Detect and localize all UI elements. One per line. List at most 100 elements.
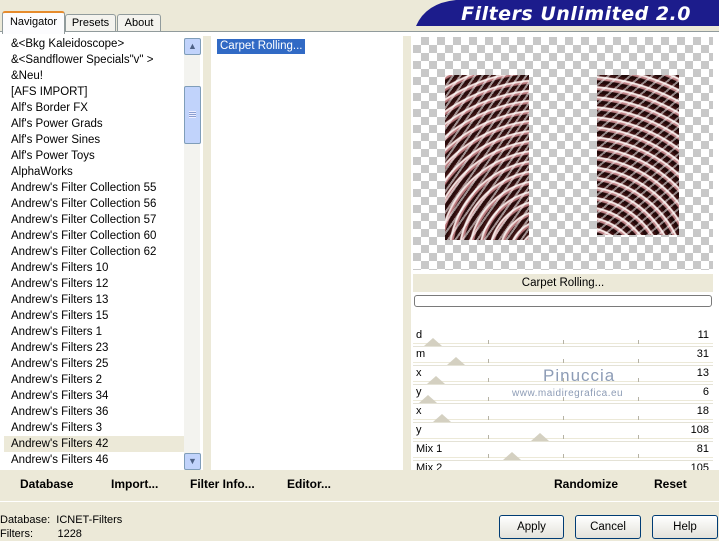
slider-row[interactable]: y 108 bbox=[413, 423, 713, 442]
apply-button[interactable]: Apply bbox=[499, 515, 564, 539]
category-item[interactable]: Alf's Power Toys bbox=[4, 148, 184, 164]
category-item[interactable]: [AFS IMPORT] bbox=[4, 84, 184, 100]
category-item[interactable]: &<Sandflower Specials"v" > bbox=[4, 52, 184, 68]
tab-navigator[interactable]: Navigator bbox=[2, 11, 65, 34]
slider-knob[interactable] bbox=[424, 338, 443, 346]
slider-label: d bbox=[416, 329, 423, 341]
slider-tick bbox=[638, 397, 639, 401]
preview-area bbox=[413, 37, 713, 270]
category-item[interactable]: AlphaWorks bbox=[4, 164, 184, 180]
category-item[interactable]: Andrew's Filters 36 bbox=[4, 404, 184, 420]
preview-divider[interactable] bbox=[403, 36, 411, 470]
category-item[interactable]: Andrew's Filters 1 bbox=[4, 324, 184, 340]
tab-about[interactable]: About bbox=[117, 14, 161, 32]
category-item[interactable]: Andrew's Filter Collection 55 bbox=[4, 180, 184, 196]
slider-knob[interactable] bbox=[427, 376, 446, 384]
slider-tick bbox=[563, 340, 564, 344]
slider-knob[interactable] bbox=[432, 414, 451, 422]
slider-tick bbox=[488, 454, 489, 458]
parameter-sliders: d 11 m 31 x 13 y 6 x 18 y 108 Mix 1 81 Mix 2 105 bbox=[413, 328, 713, 480]
grip-icon bbox=[189, 111, 196, 118]
slider-label: Mix 1 bbox=[416, 443, 443, 455]
watermark-url: www.maidiregrafica.eu bbox=[512, 388, 624, 399]
slider-label: y bbox=[416, 424, 422, 436]
category-item[interactable]: Andrew's Filters 13 bbox=[4, 292, 184, 308]
slider-row[interactable]: x 18 bbox=[413, 404, 713, 423]
slider-knob[interactable] bbox=[531, 433, 550, 441]
category-item[interactable]: Andrew's Filters 46 bbox=[4, 452, 184, 468]
filter-item-selected[interactable]: Carpet Rolling... bbox=[217, 39, 306, 54]
slider-tick bbox=[488, 359, 489, 363]
category-item[interactable]: &<Bkg Kaleidoscope> bbox=[4, 36, 184, 52]
slider-knob[interactable] bbox=[503, 452, 522, 460]
preview-result-image bbox=[597, 75, 679, 235]
filter-list[interactable]: Carpet Rolling... bbox=[212, 36, 402, 470]
category-item[interactable]: &Neu! bbox=[4, 68, 184, 84]
slider-tick bbox=[488, 340, 489, 344]
preview-caption: Carpet Rolling... bbox=[413, 274, 713, 292]
slider-value: 6 bbox=[702, 386, 709, 398]
slider-row[interactable]: m 31 bbox=[413, 347, 713, 366]
slider-label: x bbox=[416, 405, 422, 417]
category-item[interactable]: Alf's Border FX bbox=[4, 100, 184, 116]
slider-value: 108 bbox=[690, 424, 709, 436]
slider-value: 11 bbox=[697, 329, 709, 341]
slider-label: m bbox=[416, 348, 426, 360]
category-item[interactable]: Andrew's Filters 34 bbox=[4, 388, 184, 404]
slider-knob[interactable] bbox=[446, 357, 465, 365]
status-area: Database: ICNET-Filters Filters: 1228 bbox=[0, 513, 122, 541]
category-item[interactable]: Andrew's Filters 42 bbox=[4, 436, 184, 452]
slider-tick bbox=[488, 397, 489, 401]
scroll-thumb[interactable] bbox=[184, 86, 201, 144]
category-list[interactable]: &<Bkg Kaleidoscope> &<Sandflower Specials… bbox=[4, 36, 184, 470]
category-item[interactable]: Andrew's Filter Collection 56 bbox=[4, 196, 184, 212]
import-button[interactable]: Import... bbox=[111, 477, 158, 491]
app-title: Filters Unlimited 2.0 bbox=[461, 3, 691, 25]
category-item[interactable]: Andrew's Filter Collection 62 bbox=[4, 244, 184, 260]
slider-tick bbox=[638, 378, 639, 382]
category-item[interactable]: Andrew's Filters 10 bbox=[4, 260, 184, 276]
category-scrollbar[interactable]: ▲ ▼ bbox=[184, 38, 201, 470]
progress-bar bbox=[414, 295, 712, 307]
category-item[interactable]: Andrew's Filters 12 bbox=[4, 276, 184, 292]
scroll-up-button[interactable]: ▲ bbox=[184, 38, 201, 55]
slider-tick bbox=[638, 454, 639, 458]
slider-row[interactable]: d 11 bbox=[413, 328, 713, 347]
category-item[interactable]: Andrew's Filters 15 bbox=[4, 308, 184, 324]
slider-tick bbox=[488, 416, 489, 420]
category-item[interactable]: Andrew's Filter Collection 57 bbox=[4, 212, 184, 228]
category-item[interactable]: Andrew's Filters 25 bbox=[4, 356, 184, 372]
filter-info-button[interactable]: Filter Info... bbox=[190, 477, 255, 491]
status-database-value: ICNET-Filters bbox=[56, 514, 123, 526]
slider-label: x bbox=[416, 367, 422, 379]
slider-row[interactable]: Mix 1 81 bbox=[413, 442, 713, 461]
status-filters-value: 1228 bbox=[57, 528, 82, 540]
slider-tick bbox=[488, 378, 489, 382]
help-button[interactable]: Help bbox=[652, 515, 718, 539]
reset-button[interactable]: Reset bbox=[654, 477, 687, 491]
editor-button[interactable]: Editor... bbox=[287, 477, 331, 491]
header-banner: Filters Unlimited 2.0 bbox=[416, 0, 719, 26]
slider-value: 31 bbox=[696, 348, 709, 360]
category-item[interactable]: Andrew's Filter Collection 60 bbox=[4, 228, 184, 244]
category-item[interactable]: Andrew's Filters 2 bbox=[4, 372, 184, 388]
list-divider[interactable] bbox=[203, 36, 211, 470]
category-item[interactable]: Alf's Power Grads bbox=[4, 116, 184, 132]
scroll-down-button[interactable]: ▼ bbox=[184, 453, 201, 470]
status-filters-label: Filters: bbox=[0, 528, 33, 540]
slider-tick bbox=[563, 435, 564, 439]
category-item[interactable]: Andrew's Filters 23 bbox=[4, 340, 184, 356]
slider-tick bbox=[638, 359, 639, 363]
command-bar: Database Import... Filter Info... Editor… bbox=[0, 470, 719, 501]
database-button[interactable]: Database bbox=[20, 477, 73, 491]
slider-tick bbox=[638, 340, 639, 344]
preview-original-image bbox=[445, 75, 529, 240]
tab-presets[interactable]: Presets bbox=[65, 14, 116, 32]
slider-tick bbox=[563, 454, 564, 458]
category-item[interactable]: Alf's Power Sines bbox=[4, 132, 184, 148]
randomize-button[interactable]: Randomize bbox=[554, 477, 618, 491]
category-item[interactable]: Andrew's Filters 3 bbox=[4, 420, 184, 436]
cancel-button[interactable]: Cancel bbox=[575, 515, 641, 539]
slider-tick bbox=[638, 416, 639, 420]
slider-tick bbox=[488, 435, 489, 439]
